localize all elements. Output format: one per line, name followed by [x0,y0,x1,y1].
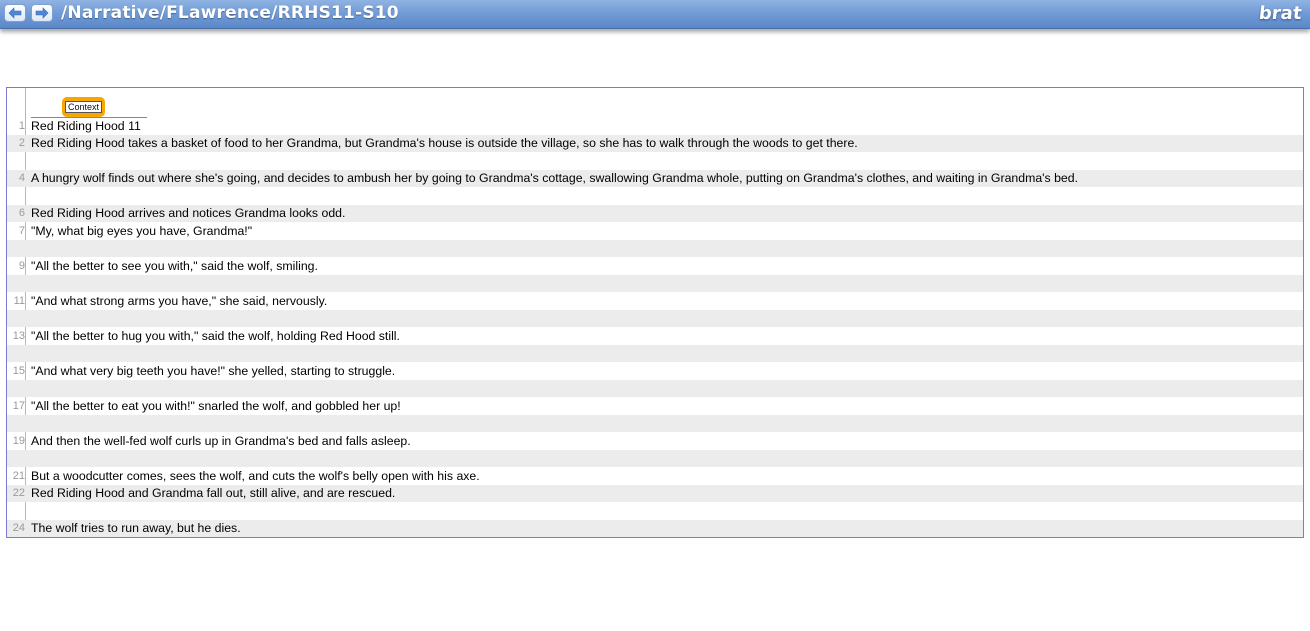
line-number: 19 [12,434,25,447]
text-line[interactable]: 9 "All the better to see you with," said … [7,257,1303,275]
line-text[interactable]: "And what very big teeth you have!" she … [26,364,395,378]
annotation-label: Context [65,101,103,113]
text-line[interactable] [7,502,1303,520]
line-text[interactable]: Red Riding Hood arrives and notices Gran… [26,206,345,220]
text-line[interactable] [7,309,1303,327]
annotation-span-underline [31,117,147,118]
forward-button[interactable] [31,4,53,22]
text-line[interactable] [7,152,1303,170]
line-number: 7 [18,224,25,237]
text-line[interactable]: 15 "And what very big teeth you have!" sh… [7,362,1303,380]
text-line[interactable]: 22 Red Riding Hood and Grandma fall out, … [7,484,1303,502]
text-line[interactable]: 7 "My, what big eyes you have, Grandma!" [7,222,1303,240]
line-text[interactable]: "All the better to see you with," said t… [26,259,318,273]
text-line[interactable]: 17 "All the better to eat you with!" snar… [7,397,1303,415]
text-line[interactable] [7,274,1303,292]
line-text[interactable]: Red Riding Hood takes a basket of food t… [26,136,858,150]
text-line[interactable]: 24 The wolf tries to run away, but he die… [7,519,1303,537]
text-line[interactable]: 6 Red Riding Hood arrives and notices Gra… [7,204,1303,222]
top-bar: /Narrative/FLawrence/RRHS11-S10 brat [0,0,1310,29]
line-text[interactable]: "And what strong arms you have," she sai… [26,294,327,308]
text-line[interactable] [7,449,1303,467]
document-path[interactable]: /Narrative/FLawrence/RRHS11-S10 [61,3,399,23]
line-text[interactable]: The wolf tries to run away, but he dies. [26,521,241,535]
line-text[interactable]: "All the better to hug you with," said t… [26,329,400,343]
text-line[interactable]: 13 "All the better to hug you with," said… [7,327,1303,345]
line-number: 4 [18,172,25,185]
text-line[interactable] [7,344,1303,362]
line-text[interactable]: And then the well-fed wolf curls up in G… [26,434,411,448]
line-number: 9 [18,259,25,272]
line-number: 24 [12,522,25,535]
line-text[interactable]: A hungry wolf finds out where she's goin… [26,171,1078,185]
text-line[interactable] [7,187,1303,205]
document-view: 1 Red Riding Hood 11 2 Red Riding Hood take… [6,87,1304,538]
back-button[interactable] [4,4,26,22]
line-number: 22 [12,487,25,500]
line-number: 13 [12,329,25,342]
text-lines: 1 Red Riding Hood 11 2 Red Riding Hood take… [7,117,1303,537]
line-number: 6 [18,207,25,220]
line-number: 17 [12,399,25,412]
line-text[interactable]: Red Riding Hood and Grandma fall out, st… [26,486,395,500]
text-line[interactable]: 2 Red Riding Hood takes a basket of food … [7,134,1303,152]
line-number: 2 [18,137,25,150]
text-line[interactable] [7,414,1303,432]
line-text[interactable]: "My, what big eyes you have, Grandma!" [26,224,252,238]
line-text[interactable]: Red Riding Hood 11 [26,119,141,133]
line-text[interactable]: "All the better to eat you with!" snarle… [26,399,401,413]
line-number: 11 [13,294,25,307]
line-number: 1 [18,119,25,132]
text-line[interactable]: 11 "And what strong arms you have," she s… [7,292,1303,310]
arrow-left-icon [8,7,22,19]
brat-logo: brat [1258,3,1304,24]
annotation-tag-context[interactable]: Context [62,97,106,117]
text-line[interactable]: 21 But a woodcutter comes, sees the wolf,… [7,467,1303,485]
arrow-right-icon [35,7,49,19]
text-line[interactable] [7,379,1303,397]
line-number: 21 [12,469,25,482]
text-line[interactable]: 1 Red Riding Hood 11 [7,117,1303,135]
text-line[interactable]: 19 And then the well-fed wolf curls up in… [7,432,1303,450]
line-text[interactable]: But a woodcutter comes, sees the wolf, a… [26,469,480,483]
text-line[interactable]: 4A hungry wolf finds out where she's goi… [7,169,1303,187]
line-number: 15 [12,364,25,377]
text-line[interactable] [7,239,1303,257]
